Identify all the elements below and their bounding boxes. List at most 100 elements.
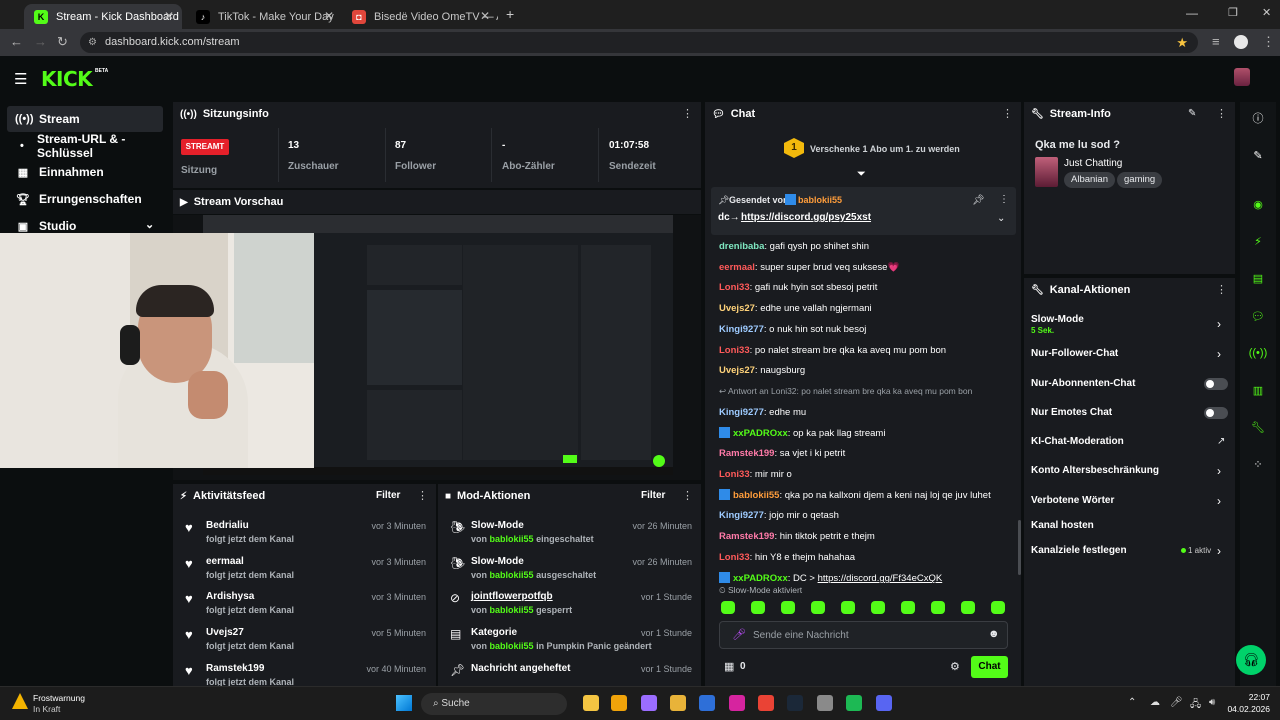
channel-action-label[interactable]: Konto Altersbeschränkung [1031, 465, 1159, 476]
maximize-button[interactable]: ❐ [1228, 6, 1238, 19]
tab-tiktok[interactable]: ♪ TikTok - Make Your Day ✕ [186, 4, 342, 29]
send-chat-button[interactable]: Chat [971, 656, 1008, 678]
channel-action-label[interactable]: Nur-Abonnenten-Chat [1031, 378, 1135, 389]
chat-scrollbar[interactable] [1018, 520, 1021, 575]
chrome-icon[interactable] [758, 695, 774, 711]
chat-username[interactable]: bablokii55 [733, 490, 779, 501]
windows-start-icon[interactable] [396, 695, 412, 711]
channel-action-label[interactable]: Verbotene Wörter [1031, 495, 1114, 506]
chat-username[interactable]: Loni33 [719, 469, 750, 480]
chat-username[interactable]: Kingi9277 [719, 510, 764, 521]
sidebar-item-stream[interactable]: ((•)) Stream [7, 106, 163, 132]
reading-list-icon[interactable]: ≡ [1212, 34, 1220, 49]
chat-message[interactable]: Ramstek199: hin tiktok petrit e thejm [719, 531, 875, 542]
moderator-name[interactable]: bablokii55 [490, 605, 534, 615]
clock-date[interactable]: 04.02.2026 [1220, 704, 1270, 714]
emoji-icon[interactable]: ☻ [988, 628, 1000, 640]
spotify-icon[interactable] [846, 695, 862, 711]
chat-message[interactable]: Loni33: hin Y8 e thejm hahahaa [719, 552, 855, 563]
sidebar-item-stream-url[interactable]: • Stream-URL & -Schlüssel [7, 132, 163, 160]
emote-icon[interactable] [781, 601, 795, 614]
close-tab-icon[interactable]: ✕ [480, 9, 490, 23]
new-tab-button[interactable]: + [506, 6, 514, 22]
emote-icon[interactable] [841, 601, 855, 614]
chat-message[interactable]: Loni33: po nalet stream bre qka ka aveq … [719, 345, 946, 356]
toggle-switch[interactable] [1204, 378, 1228, 390]
channel-action-label[interactable]: Kanal hosten [1031, 520, 1094, 531]
chevron-right-icon[interactable]: › [1217, 494, 1221, 508]
info-icon[interactable]: ⓘ [1245, 105, 1271, 131]
store-icon[interactable] [699, 695, 715, 711]
copilot-icon[interactable] [641, 695, 657, 711]
chevron-right-icon[interactable]: › [1217, 464, 1221, 478]
more-options-icon[interactable]: ⋮ [417, 489, 428, 502]
filter-button[interactable]: Filter [641, 490, 665, 501]
chat-username[interactable]: drenibaba [719, 241, 764, 252]
chat-bubble-icon[interactable]: 💬︎ [1245, 303, 1271, 329]
chat-message[interactable]: xxPADROxx: DC > https://discord.gg/Ff34e… [719, 572, 942, 584]
tray-network-icon[interactable]: 🖧︎ [1190, 697, 1201, 714]
follower-name[interactable]: Bedrialiu [206, 520, 249, 531]
mod-action-title[interactable]: Slow-Mode [471, 556, 524, 567]
mod-action-title[interactable]: Kategorie [471, 627, 517, 638]
emote-icon[interactable] [931, 601, 945, 614]
lightning-icon[interactable]: ⚡︎ [1245, 228, 1271, 254]
chat-username[interactable]: Ramstek199 [719, 448, 774, 459]
microphone-icon[interactable]: 🎤︎ [732, 628, 746, 641]
chat-settings-gear-icon[interactable]: ⚙ [950, 660, 960, 673]
gift-sub-banner[interactable]: Verschenke 1 Abo um 1. zu werden [810, 144, 960, 154]
chat-message[interactable]: xxPADROxx: op ka pak llag streami [719, 427, 885, 439]
instagram-icon[interactable] [729, 695, 745, 711]
sidebar-item-revenue[interactable]: ▦ Einnahmen [7, 159, 163, 185]
chevron-down-icon[interactable]: ⌄ [145, 218, 154, 231]
emote-icon[interactable] [991, 601, 1005, 614]
mod-action-title[interactable]: Slow-Mode [471, 520, 524, 531]
chat-username[interactable]: xxPADROxx [733, 573, 788, 584]
chat-message[interactable]: Loni33: gafi nuk hyin sot sbesoj petrit [719, 282, 877, 293]
tray-cloud-icon[interactable]: ☁ [1150, 697, 1160, 708]
chevron-down-icon[interactable]: ⌄ [997, 213, 1005, 224]
collapse-icon[interactable]: ⏷ [857, 168, 866, 181]
external-link-icon[interactable]: ↗ [1217, 436, 1225, 447]
wrench-icon[interactable]: 🔧︎ [1245, 414, 1271, 440]
chat-message[interactable]: ↩ Antwort an Loni32: po nalet stream bre… [719, 386, 972, 397]
chat-username[interactable]: Uvejs27 [719, 303, 755, 314]
chat-username[interactable]: eermaal [719, 262, 755, 273]
chat-username[interactable]: Kingi9277 [719, 407, 764, 418]
chat-username[interactable]: Loni33 [719, 552, 750, 563]
profile-avatar-icon[interactable] [1234, 35, 1248, 49]
tray-overflow-icon[interactable]: ⌃ [1128, 697, 1136, 708]
toggle-switch[interactable] [1204, 407, 1228, 419]
follower-name[interactable]: Uvejs27 [206, 627, 244, 638]
emote-icon[interactable] [751, 601, 765, 614]
chevron-right-icon[interactable]: › [1217, 317, 1221, 331]
forward-icon[interactable]: → [34, 34, 47, 49]
unpin-icon[interactable]: 📌︎ [972, 195, 985, 206]
edit-pencil-icon[interactable]: ✎ [1188, 108, 1196, 119]
sidebar-item-achievements[interactable]: 🏆︎ Errungenschaften [7, 186, 163, 212]
bookmark-star-icon[interactable]: ★ [1176, 32, 1188, 53]
chat-message[interactable]: Kingi9277: edhe mu [719, 407, 806, 418]
help-headset-icon[interactable]: 🎧︎ [1236, 645, 1266, 675]
chat-message[interactable]: Kingi9277: jojo mir o qetash [719, 510, 839, 521]
channel-points-icon[interactable]: ▦ [724, 660, 734, 673]
emote-icon[interactable] [901, 601, 915, 614]
filter-button[interactable]: Filter [376, 490, 400, 501]
chat-message[interactable]: bablokii55: qka po na kallxoni djem a ke… [719, 489, 991, 501]
chevron-right-icon[interactable]: › [1217, 544, 1221, 558]
user-avatar[interactable] [1234, 68, 1250, 86]
emote-icon[interactable] [961, 601, 975, 614]
file-explorer-icon[interactable] [583, 695, 599, 711]
chat-message[interactable]: Loni33: mir mir o [719, 469, 792, 480]
moderator-name[interactable]: bablokii55 [490, 534, 534, 544]
channel-action-label[interactable]: KI-Chat-Moderation [1031, 436, 1124, 447]
chat-username[interactable]: Uvejs27 [719, 365, 755, 376]
tab-kick-dashboard[interactable]: K Stream - Kick Dashboard ✕ [24, 4, 182, 29]
more-options-icon[interactable]: ⋮ [1216, 107, 1227, 120]
tray-mic-icon[interactable]: 🎤︎ [1170, 697, 1183, 708]
edit-pencil-icon[interactable]: ✎ [1245, 142, 1271, 168]
channel-action-label[interactable]: Kanalziele festlegen [1031, 545, 1127, 556]
emote-icon[interactable] [871, 601, 885, 614]
chat-message[interactable]: drenibaba: gafi qysh po shihet shin [719, 241, 869, 252]
widgets-icon[interactable]: ⁘ [1245, 451, 1271, 477]
